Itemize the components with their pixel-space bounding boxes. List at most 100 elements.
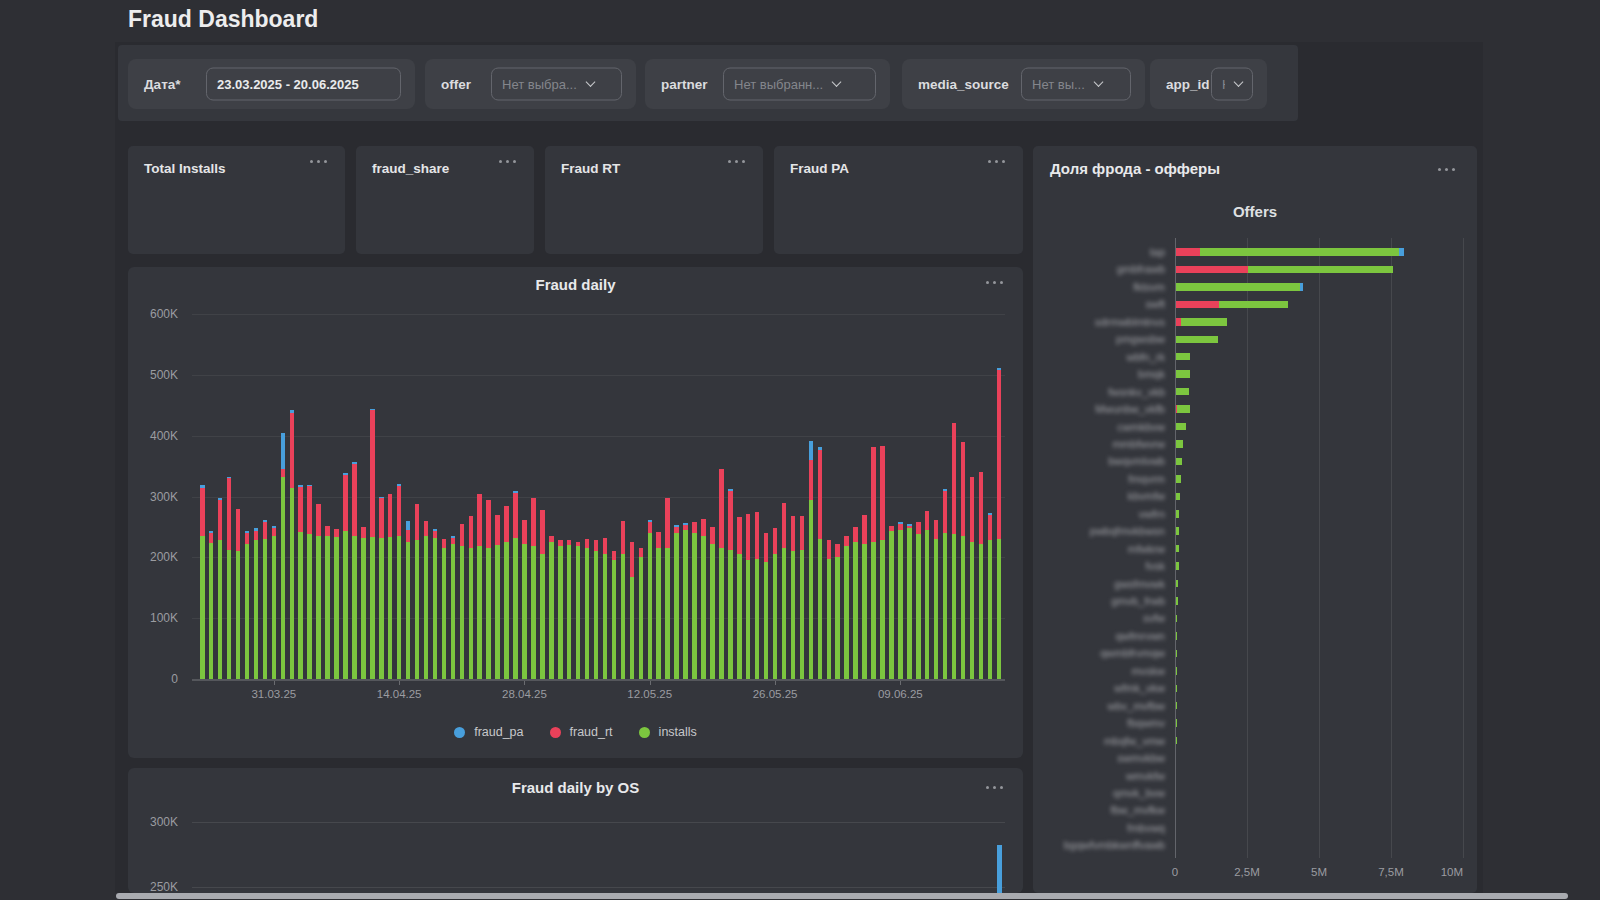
- offer-row-label: fwsnkv_vkb: [1043, 386, 1165, 398]
- bar-fraud-rt: [352, 464, 357, 536]
- offer-row-label: bmqk: [1043, 368, 1165, 380]
- bar-fraud-pa: [406, 521, 411, 530]
- menu-dot: [506, 160, 509, 163]
- gridline-400K: [192, 436, 1005, 437]
- y-axis-label: 100K: [118, 611, 178, 625]
- bar-fraud-rt: [460, 524, 465, 546]
- bar-fraud-rt: [495, 515, 500, 545]
- offer-row-label: fbqwmv: [1043, 717, 1165, 729]
- filter-group-app-id: app_idН: [1150, 59, 1267, 109]
- bar-fraud-rt: [325, 526, 330, 536]
- bar-installs: [549, 542, 554, 679]
- offer-row-label: fmqvrm: [1043, 473, 1165, 485]
- bar-fraud-rt: [388, 494, 393, 538]
- bar-installs: [298, 532, 303, 679]
- bar-installs: [907, 528, 912, 679]
- offer-row-label: gwsfmvwk: [1043, 578, 1165, 590]
- offer-bar-installs: [1176, 458, 1182, 466]
- bar-installs: [415, 540, 420, 679]
- bar-installs: [683, 530, 688, 679]
- bar-fraud-pa: [272, 526, 277, 528]
- bar-installs: [621, 554, 626, 679]
- legend-item-fraud_rt[interactable]: fraud_rt: [550, 725, 613, 739]
- app-id-select[interactable]: Н: [1211, 68, 1253, 101]
- bar-fraud-rt: [433, 531, 438, 538]
- filter-group-media-source: media_sourceНет вы...: [902, 59, 1145, 109]
- bar-fraud-pa: [227, 477, 232, 479]
- os-gridline-300k: [192, 822, 1005, 823]
- kpi-card-title: Fraud PA: [790, 161, 849, 176]
- bar-installs: [835, 557, 840, 679]
- offer-row-label: cwmkbvw: [1043, 421, 1165, 433]
- offer-row-label: pmgwsbw: [1043, 333, 1165, 345]
- kpi-card-menu[interactable]: [310, 160, 327, 163]
- bar-fraud-pa: [218, 498, 223, 500]
- kpi-card-total-installs: Total Installs: [128, 146, 345, 254]
- bar-installs: [889, 531, 894, 679]
- bar-fraud-rt: [424, 521, 429, 536]
- offer-bar-installs: [1176, 353, 1190, 361]
- chevron-down-icon: [1234, 77, 1244, 87]
- fraud-daily-menu[interactable]: [986, 281, 1003, 284]
- bar-fraud-rt: [880, 446, 885, 540]
- x-axis-label: 28.04.25: [489, 688, 559, 700]
- filter-group-partner: partnerНет выбранн...: [645, 59, 890, 109]
- horizontal-scrollbar-thumb[interactable]: [116, 893, 1568, 899]
- offers-panel-title: Доля фрода - офферы: [1050, 160, 1220, 177]
- offer-bar-installs: [1248, 266, 1393, 274]
- offer-bar-installs: [1176, 597, 1178, 605]
- media-source-placeholder: Нет вы...: [1032, 77, 1085, 92]
- bar-fraud-rt: [603, 538, 608, 554]
- offers-x-label: 10M: [1419, 866, 1463, 878]
- offer-bar-installs: [1176, 702, 1177, 710]
- offer-row-label: gmvb_frwb: [1043, 595, 1165, 607]
- bar-installs: [236, 551, 241, 679]
- offer-bar-installs: [1176, 283, 1300, 291]
- bar-installs: [576, 546, 581, 679]
- bar-fraud-rt: [379, 498, 384, 538]
- kpi-card-menu[interactable]: [988, 160, 1005, 163]
- bar-installs: [352, 536, 357, 679]
- offer-bar-installs: [1176, 440, 1183, 448]
- legend-item-installs[interactable]: installs: [639, 725, 697, 739]
- bar-fraud-pa: [907, 524, 912, 526]
- x-axis-tick: [399, 681, 400, 685]
- x-axis-tick: [274, 681, 275, 685]
- bar-fraud-rt: [209, 533, 214, 543]
- offer-row-label: gmbfrawb: [1043, 263, 1165, 275]
- legend-item-fraud_pa[interactable]: fraud_pa: [454, 725, 523, 739]
- offers-gridline: [1391, 238, 1392, 858]
- bar-fraud-rt: [719, 469, 724, 549]
- legend-label-installs: installs: [659, 725, 697, 739]
- menu-dot: [993, 281, 996, 284]
- offers-gridline: [1319, 238, 1320, 858]
- bar-fraud-pa: [307, 485, 312, 487]
- partner-select[interactable]: Нет выбранн...: [723, 68, 876, 101]
- offer-bar-fraud-rt: [1176, 248, 1200, 256]
- offers-x-label: 5M: [1284, 866, 1354, 878]
- x-axis-label: 31.03.25: [239, 688, 309, 700]
- bar-fraud-pa: [352, 462, 357, 464]
- kpi-card-menu[interactable]: [728, 160, 745, 163]
- fraud-daily-by-os-menu[interactable]: [986, 786, 1003, 789]
- media-source-select[interactable]: Нет вы...: [1021, 68, 1131, 101]
- offer-row-label: fmbvwq: [1043, 822, 1165, 834]
- x-axis-label: 26.05.25: [740, 688, 810, 700]
- x-axis-label: 12.05.25: [615, 688, 685, 700]
- bar-installs: [791, 551, 796, 679]
- offer-select[interactable]: Нет выбра...: [491, 68, 622, 101]
- bar-fraud-rt: [943, 491, 948, 533]
- bar-fraud-rt: [728, 491, 733, 550]
- bar-fraud-rt: [469, 516, 474, 548]
- bar-fraud-pa: [433, 529, 438, 531]
- offer-bar-fraud-rt: [1176, 266, 1248, 274]
- kpi-card-menu[interactable]: [499, 160, 516, 163]
- bar-fraud-pa: [513, 491, 518, 493]
- date-range-input[interactable]: 23.03.2025 - 20.06.2025: [206, 68, 401, 101]
- chevron-down-icon: [1093, 77, 1103, 87]
- offers-panel-menu[interactable]: [1438, 168, 1455, 171]
- bar-fraud-rt: [370, 410, 375, 537]
- offer-row-label: sdrmwblmtnvs: [1043, 316, 1165, 328]
- menu-dot: [310, 160, 313, 163]
- offer-bar-installs: [1176, 510, 1179, 518]
